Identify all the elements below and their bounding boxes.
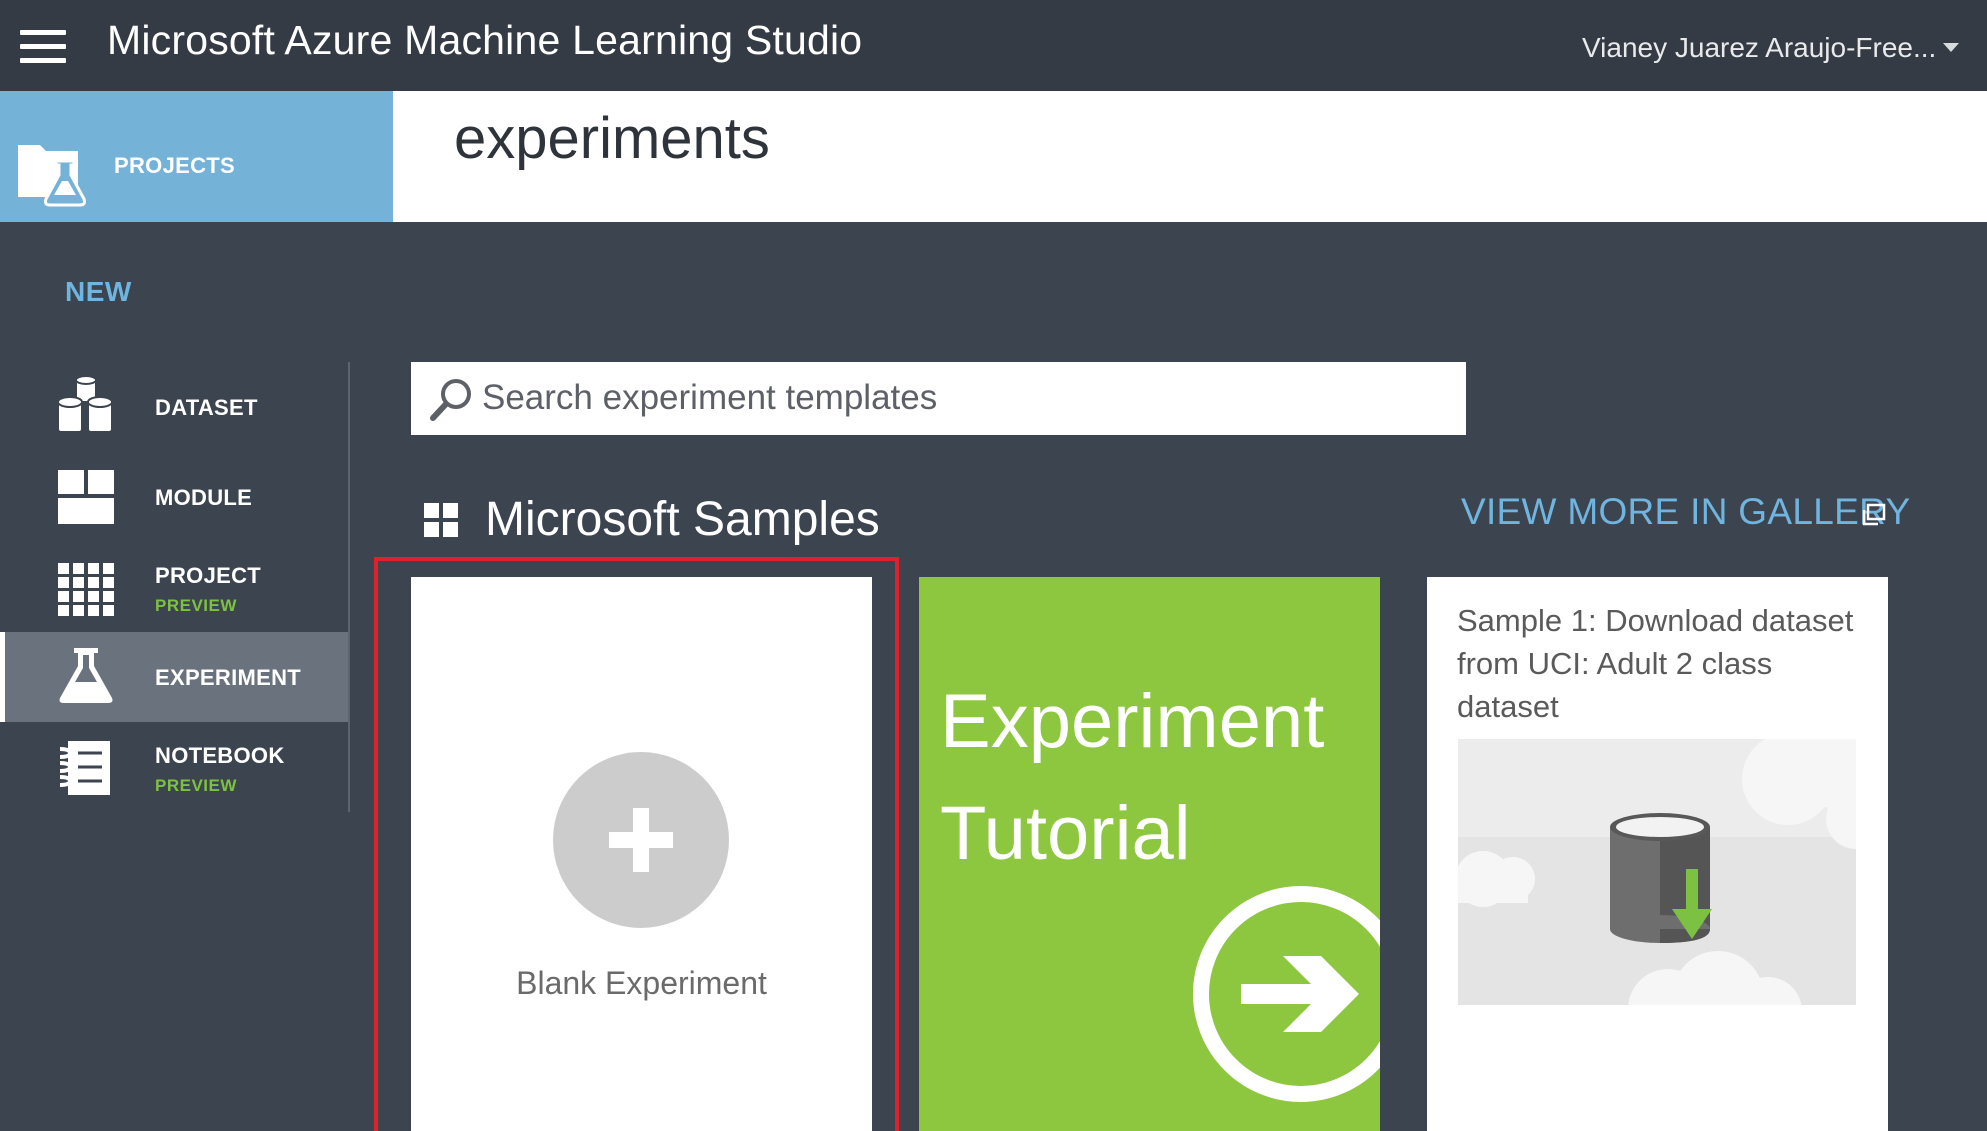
search-icon: [430, 379, 471, 421]
sample-1-title: Sample 1: Download dataset from UCI: Adu…: [1457, 603, 1854, 724]
view-more-in-gallery-link[interactable]: VIEW MORE IN GALLERY: [1461, 488, 1910, 536]
nav-label-module: MODULE: [155, 485, 253, 510]
search-input[interactable]: [478, 366, 1456, 430]
new-heading: NEW: [65, 276, 132, 307]
page-title: experiments: [454, 106, 770, 171]
grid-icon: [424, 503, 458, 537]
nav-item-notebook[interactable]: NOTEBOOK PREVIEW: [0, 733, 348, 805]
projects-label[interactable]: PROJECTS: [114, 153, 235, 179]
nav-label-project: PROJECT: [155, 563, 262, 588]
tutorial-title-line2: Tutorial: [940, 791, 1191, 876]
nav-item-module[interactable]: MODULE: [0, 462, 348, 534]
projects-folder-flask-icon: [18, 145, 86, 207]
hamburger-menu-icon[interactable]: [20, 30, 66, 64]
external-link-icon[interactable]: [1860, 503, 1886, 527]
sample-1-card[interactable]: Sample 1: Download dataset from UCI: Adu…: [1427, 577, 1888, 1131]
user-account-name[interactable]: Vianey Juarez Araujo-Free...: [1582, 30, 1936, 66]
nav-preview-badge-notebook: PREVIEW: [155, 776, 237, 795]
experiment-icon: [59, 648, 113, 703]
dataset-icon: [57, 376, 113, 433]
arrow-right-circle-icon: [1193, 886, 1380, 1102]
module-icon: [58, 470, 114, 524]
tutorial-title-line1: Experiment: [940, 679, 1325, 764]
nav-divider: [348, 362, 350, 812]
section-title: Microsoft Samples: [485, 493, 880, 546]
nav-preview-badge-project: PREVIEW: [155, 596, 237, 615]
plus-icon[interactable]: [553, 752, 729, 928]
nav-item-project[interactable]: PROJECT PREVIEW: [0, 553, 348, 625]
download-dataset-illustration: [1458, 739, 1856, 1005]
blank-experiment-label[interactable]: Blank Experiment: [411, 965, 872, 1002]
project-icon: [58, 563, 114, 616]
notebook-icon: [59, 741, 110, 795]
nav-label-dataset: DATASET: [155, 395, 258, 420]
chevron-down-icon[interactable]: [1943, 43, 1959, 52]
nav-item-experiment[interactable]: EXPERIMENT: [0, 632, 348, 722]
nav-label-notebook: NOTEBOOK: [155, 743, 285, 768]
nav-label-experiment: EXPERIMENT: [155, 665, 302, 690]
app-title: Microsoft Azure Machine Learning Studio: [107, 17, 863, 63]
nav-item-dataset[interactable]: DATASET: [0, 372, 348, 444]
experiment-tutorial-card[interactable]: Experiment Tutorial: [919, 577, 1380, 1131]
